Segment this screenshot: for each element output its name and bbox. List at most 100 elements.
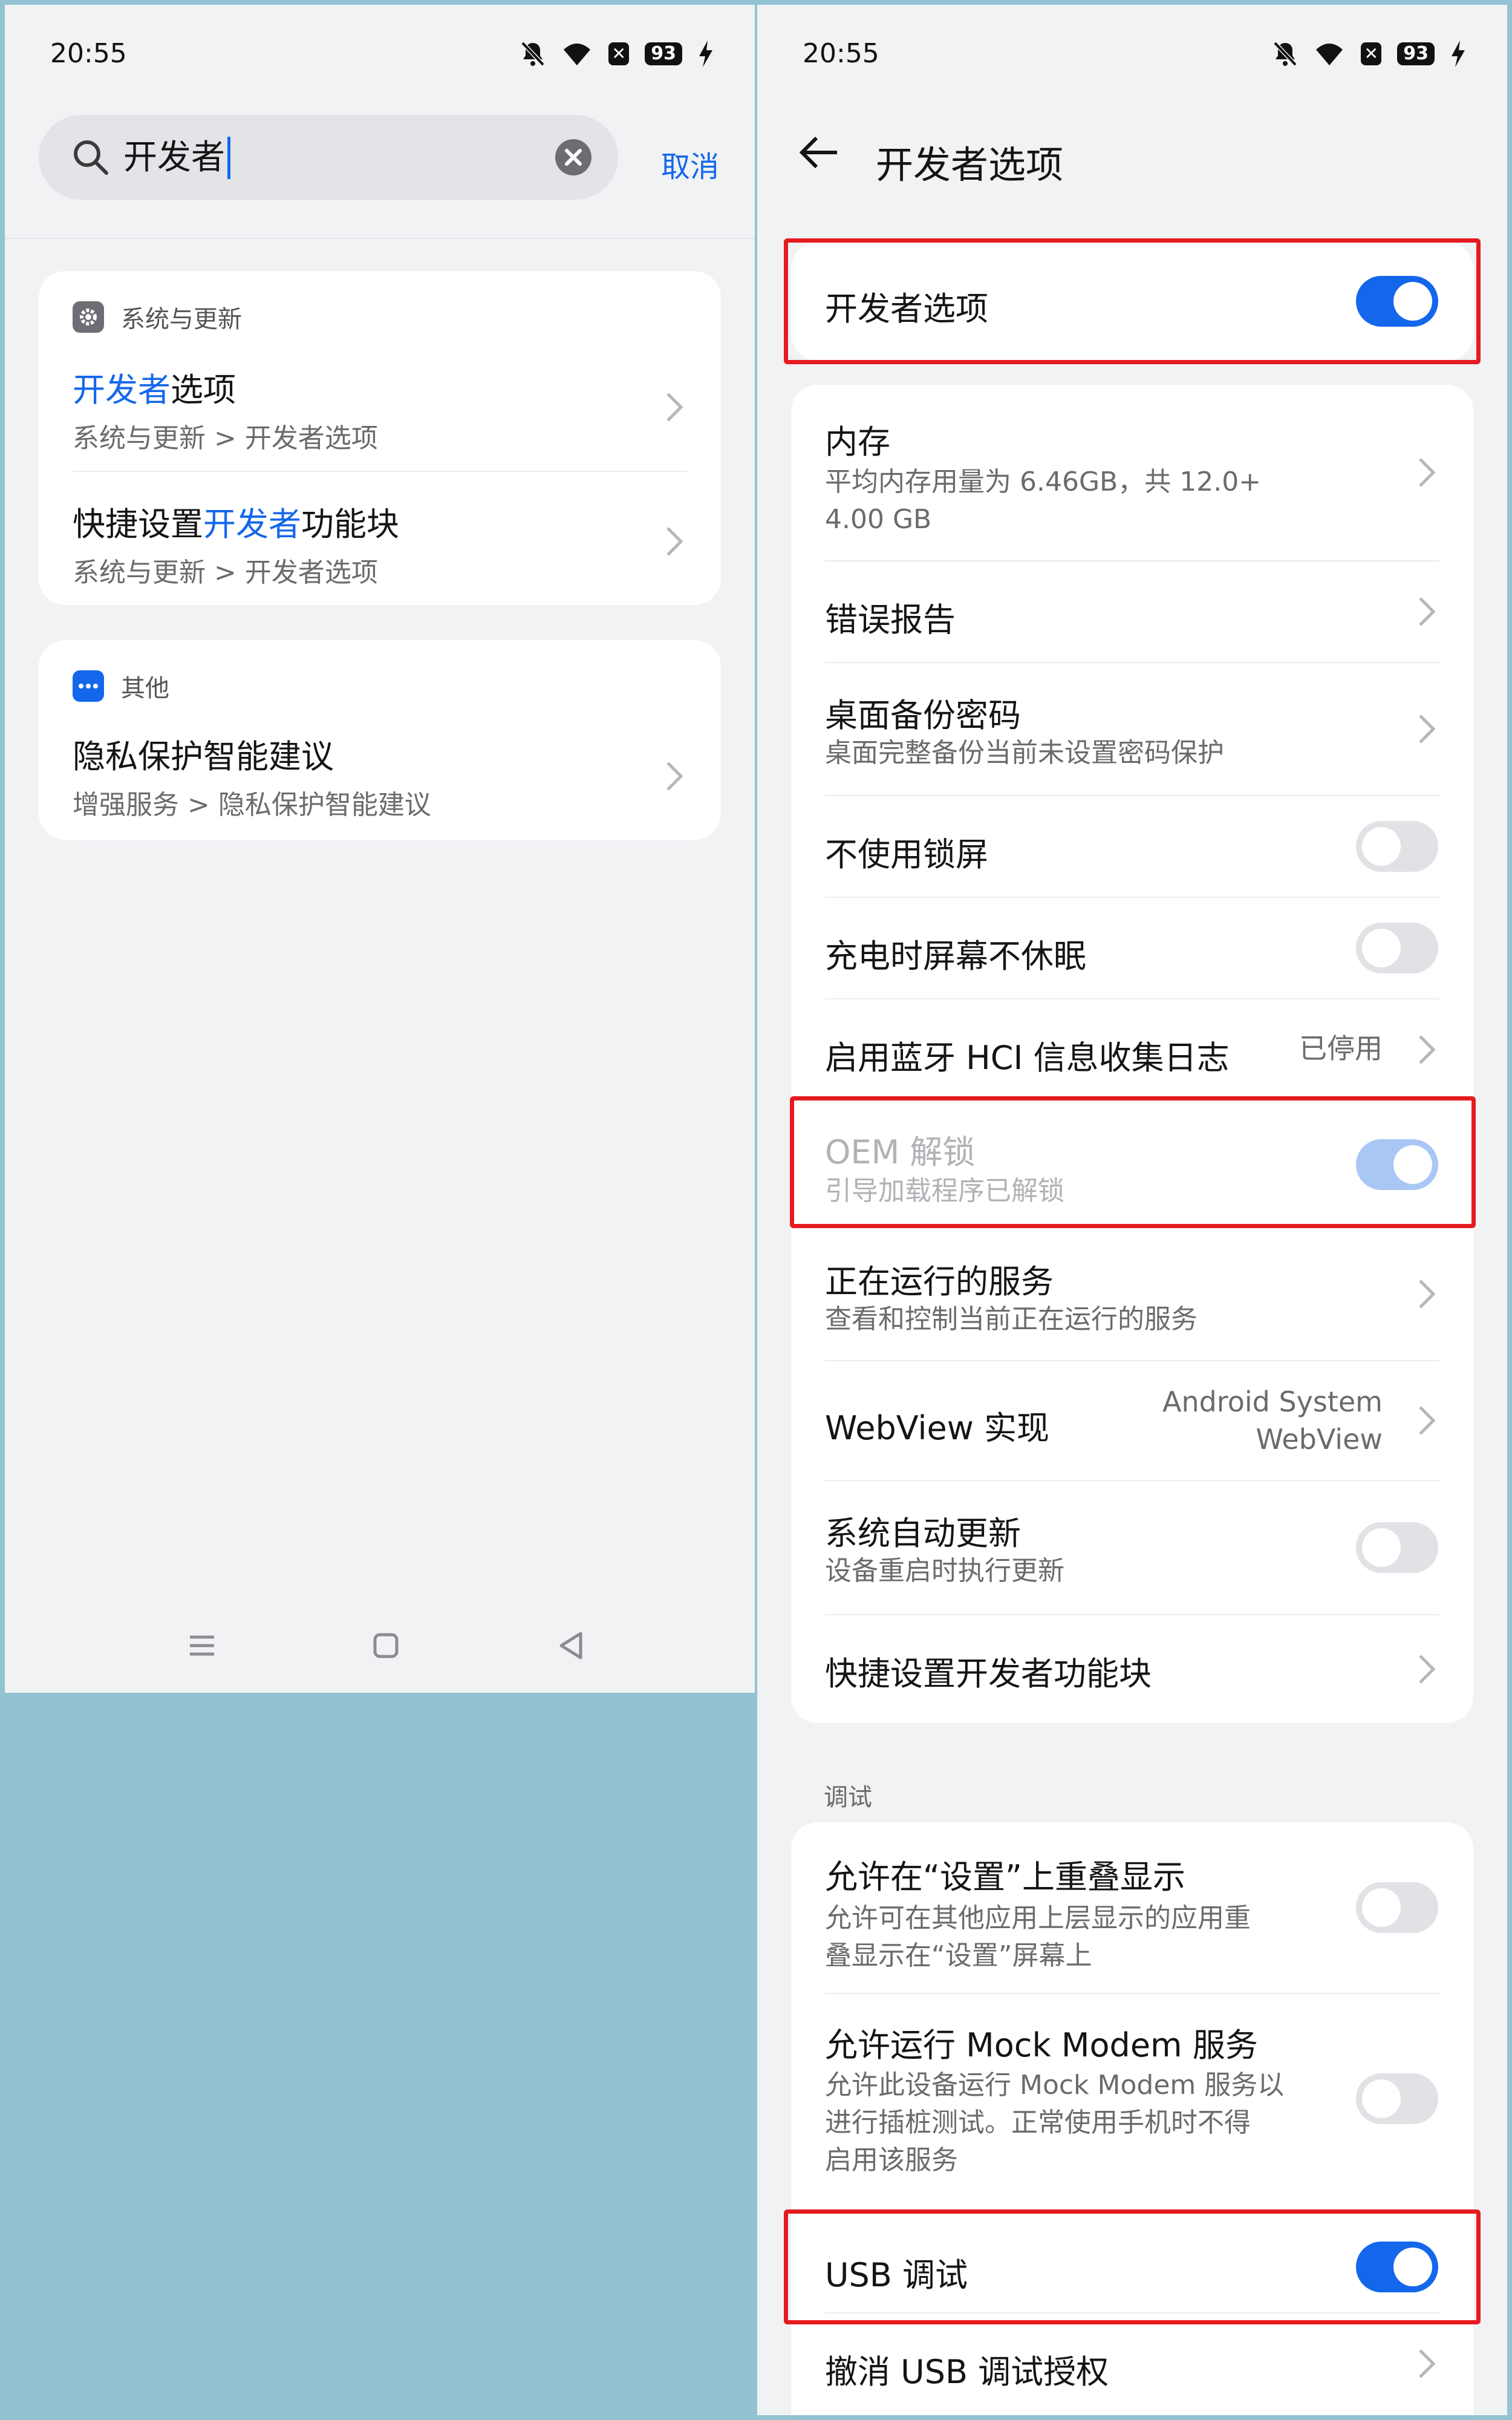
divider — [5, 238, 755, 239]
row-value: 已停用 — [1299, 1032, 1383, 1065]
row-memory[interactable]: 内存 平均内存用量为 6.46GB，共 12.0+ 4.00 GB — [791, 385, 1473, 560]
title-highlight: 开发者 — [203, 505, 301, 543]
row-title: USB 调试 — [825, 2256, 968, 2294]
result-item-developer-options[interactable]: 开发者选项 系统与更新 > 开发者选项 — [39, 350, 721, 465]
mock-modem-toggle[interactable] — [1356, 2073, 1438, 2124]
oem-unlock-toggle — [1356, 1139, 1438, 1190]
gear-icon — [73, 301, 104, 333]
chevron-right-icon — [1419, 2349, 1436, 2378]
status-icons: ✕ 93 — [1272, 39, 1466, 69]
x-badge-icon: ✕ — [1361, 42, 1382, 65]
title-rest: 功能块 — [301, 505, 399, 543]
row-subtitle: 允许此设备运行 Mock Modem 服务以 — [825, 2070, 1285, 2101]
menu-icon[interactable] — [184, 1627, 220, 1664]
row-no-lock-screen[interactable]: 不使用锁屏 — [791, 796, 1473, 897]
x-badge-icon: ✕ — [608, 42, 630, 65]
bell-muted-icon — [521, 41, 545, 67]
clear-search-icon[interactable] — [554, 138, 593, 177]
row-webview-implementation[interactable]: WebView 实现 Android System WebView — [791, 1361, 1473, 1480]
row-title: 桌面备份密码 — [825, 696, 1021, 734]
result-path: 增强服务 > 隐私保护智能建议 — [73, 790, 431, 820]
charging-icon — [699, 41, 712, 67]
row-oem-unlock: OEM 解锁 引导加载程序已解锁 — [791, 1101, 1473, 1228]
row-bug-report[interactable]: 错误报告 — [791, 561, 1473, 662]
row-bluetooth-hci-log[interactable]: 启用蓝牙 HCI 信息收集日志 已停用 — [791, 999, 1473, 1100]
row-title: 不使用锁屏 — [825, 836, 988, 874]
row-title: 充电时屏幕不休眠 — [825, 937, 1086, 975]
row-title: WebView 实现 — [825, 1409, 1050, 1447]
search-input[interactable]: 开发者 — [39, 115, 618, 200]
search-screen: 20:55 ✕ 93 开发者 取消 系统与更新 开发者选项 系统与更新 > 开发… — [5, 5, 755, 1693]
row-title: 撤消 USB 调试授权 — [825, 2353, 1109, 2391]
row-subtitle: 桌面完整备份当前未设置密码保护 — [825, 737, 1224, 768]
allow-overlay-toggle[interactable] — [1356, 1882, 1438, 1933]
back-nav-icon[interactable] — [553, 1627, 589, 1664]
row-quick-settings-tiles[interactable]: 快捷设置开发者功能块 — [791, 1615, 1473, 1723]
back-arrow-icon[interactable] — [798, 134, 841, 171]
row-subtitle: 允许可在其他应用上层显示的应用重 — [825, 1903, 1251, 1934]
row-allow-overlay[interactable]: 允许在“设置”上重叠显示 允许可在其他应用上层显示的应用重 叠显示在“设置”屏幕… — [791, 1822, 1473, 1993]
row-title: 系统自动更新 — [825, 1514, 1021, 1552]
master-toggle-card: 开发者选项 — [791, 242, 1473, 361]
row-desktop-backup-password[interactable]: 桌面备份密码 桌面完整备份当前未设置密码保护 — [791, 663, 1473, 795]
result-item-quick-settings-developer[interactable]: 快捷设置开发者功能块 系统与更新 > 开发者选项 — [39, 484, 721, 599]
status-bar: 20:55 ✕ 93 — [5, 5, 755, 105]
result-group-system: 系统与更新 开发者选项 系统与更新 > 开发者选项 快捷设置开发者功能块 系统与… — [39, 271, 721, 605]
chevron-right-icon — [1419, 1035, 1436, 1064]
status-time: 20:55 — [50, 38, 127, 69]
result-group-other: 其他 隐私保护智能建议 增强服务 > 隐私保护智能建议 — [39, 640, 721, 840]
search-icon — [74, 140, 108, 175]
developer-options-toggle[interactable] — [1356, 276, 1438, 327]
row-mock-modem[interactable]: 允许运行 Mock Modem 服务 允许此设备运行 Mock Modem 服务… — [791, 1994, 1473, 2203]
row-title: 允许运行 Mock Modem 服务 — [825, 2026, 1258, 2064]
row-title: 启用蓝牙 HCI 信息收集日志 — [825, 1039, 1230, 1077]
system-auto-update-toggle[interactable] — [1356, 1522, 1438, 1573]
row-subtitle-3: 启用该服务 — [825, 2145, 958, 2176]
row-usb-debugging[interactable]: USB 调试 — [791, 2216, 1473, 2318]
stay-awake-toggle[interactable] — [1356, 923, 1438, 973]
section-label-debugging: 调试 — [824, 1784, 872, 1811]
result-title: 隐私保护智能建议 — [73, 737, 334, 776]
row-subtitle-2: 4.00 GB — [825, 504, 932, 535]
title-highlight: 开发者 — [73, 371, 171, 409]
debugging-card: 允许在“设置”上重叠显示 允许可在其他应用上层显示的应用重 叠显示在“设置”屏幕… — [791, 1822, 1473, 2415]
row-title: 开发者选项 — [825, 290, 988, 328]
chevron-right-icon — [666, 393, 683, 422]
row-title: 允许在“设置”上重叠显示 — [825, 1858, 1185, 1896]
charging-icon — [1452, 41, 1465, 67]
row-subtitle: 平均内存用量为 6.46GB，共 12.0+ — [825, 466, 1262, 497]
row-subtitle-2: 叠显示在“设置”屏幕上 — [825, 1940, 1092, 1971]
divider — [73, 471, 687, 472]
search-query: 开发者 — [123, 137, 230, 179]
home-icon[interactable] — [368, 1627, 404, 1664]
chevron-right-icon — [666, 762, 683, 791]
developer-options-master-row[interactable]: 开发者选项 — [791, 242, 1473, 361]
page-header: 开发者选项 — [757, 114, 1507, 192]
chevron-right-icon — [1419, 597, 1436, 626]
row-revoke-usb-auth[interactable]: 撤消 USB 调试授权 — [791, 2314, 1473, 2414]
row-title: 错误报告 — [825, 601, 956, 639]
wifi-icon — [1316, 44, 1343, 65]
battery-icon: 93 — [645, 42, 682, 65]
more-dots-icon — [73, 670, 104, 702]
row-value-2: WebView — [1256, 1423, 1383, 1456]
row-stay-awake[interactable]: 充电时屏幕不休眠 — [791, 898, 1473, 998]
result-item-privacy-suggestions[interactable]: 隐私保护智能建议 增强服务 > 隐私保护智能建议 — [39, 719, 721, 834]
title-rest: 选项 — [171, 371, 236, 409]
row-title: OEM 解锁 — [825, 1133, 976, 1171]
no-lock-screen-toggle[interactable] — [1356, 821, 1438, 872]
bell-muted-icon — [1273, 41, 1297, 67]
navigation-bar — [5, 1614, 755, 1681]
row-system-auto-update[interactable]: 系统自动更新 设备重启时执行更新 — [791, 1481, 1473, 1614]
row-subtitle: 查看和控制当前正在运行的服务 — [825, 1304, 1198, 1335]
row-running-services[interactable]: 正在运行的服务 查看和控制当前正在运行的服务 — [791, 1228, 1473, 1360]
developer-settings-card: 内存 平均内存用量为 6.46GB，共 12.0+ 4.00 GB 错误报告 桌… — [791, 385, 1473, 1723]
status-time: 20:55 — [803, 38, 879, 69]
usb-debugging-toggle[interactable] — [1356, 2242, 1438, 2292]
cancel-button[interactable]: 取消 — [661, 143, 719, 185]
status-bar: 20:55 ✕ 93 — [757, 5, 1507, 105]
category-label: 系统与更新 — [121, 306, 242, 333]
chevron-right-icon — [666, 527, 683, 556]
row-subtitle-2: 进行插桩测试。正常使用手机时不得 — [825, 2107, 1251, 2138]
chevron-right-icon — [1419, 1406, 1436, 1435]
